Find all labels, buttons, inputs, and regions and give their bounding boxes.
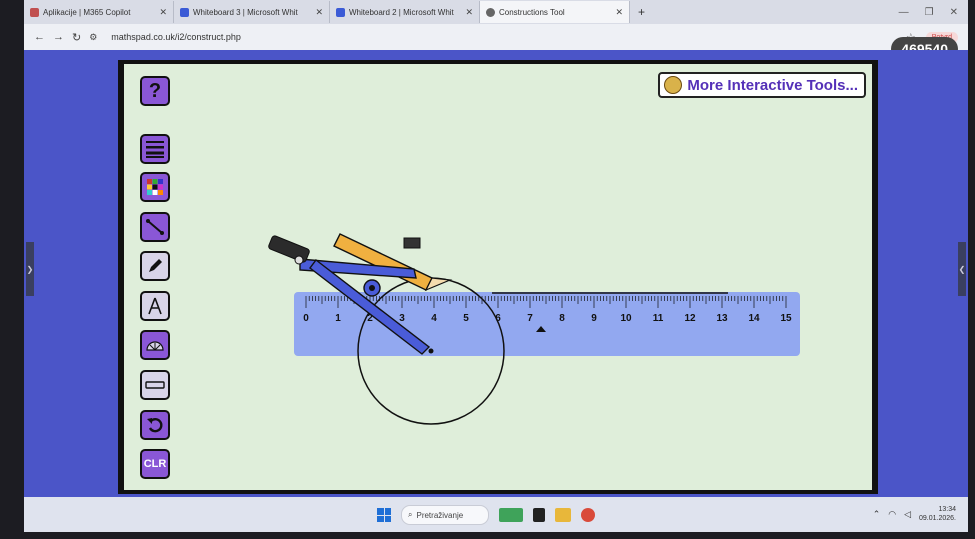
forward-icon[interactable]: → (53, 31, 64, 43)
whiteboard-favicon-icon (180, 7, 189, 17)
close-window-icon[interactable]: ✕ (950, 7, 958, 18)
search-icon: ⌕ (408, 510, 413, 519)
minimize-icon[interactable]: — (899, 7, 909, 18)
ruler-tick-label: 15 (780, 313, 792, 324)
tab-whiteboard-2[interactable]: Whiteboard 2 | Microsoft Whit ✕ (330, 1, 480, 23)
tab-title: Whiteboard 2 | Microsoft Whit (349, 7, 454, 17)
close-tab-icon[interactable]: ✕ (465, 7, 473, 18)
monitor-screen: Aplikacije | M365 Copilot ✕ Whiteboard 3… (24, 0, 968, 532)
window-controls: — ❐ ✕ (899, 7, 968, 18)
ruler-tick-label: 11 (653, 313, 664, 324)
tab-title: Constructions Tool (499, 7, 565, 17)
left-side-handle-icon[interactable]: ❯ (26, 242, 34, 296)
chrome-icon[interactable] (581, 508, 595, 522)
close-tab-icon[interactable]: ✕ (615, 7, 623, 18)
whiteboard-favicon-icon (336, 7, 345, 17)
tab-title: Aplikacije | M365 Copilot (43, 7, 131, 17)
clock[interactable]: 13:34 09.01.2026. (919, 505, 956, 523)
task-view-icon[interactable] (533, 508, 545, 522)
new-tab-button[interactable]: + (630, 5, 653, 19)
ruler-tick-label: 13 (716, 313, 728, 324)
restore-icon[interactable]: ❐ (925, 7, 934, 18)
mathspad-favicon-icon (486, 7, 495, 17)
tray-chevron-icon[interactable]: ⌃ (873, 509, 881, 520)
ruler-tick-label: 5 (463, 313, 469, 324)
page-area: ❯ ? CLR More Interactive Tools... 0 1 2 … (24, 50, 968, 497)
ruler-tick-label: 3 (399, 313, 405, 324)
volume-icon[interactable]: ◁ (904, 509, 911, 520)
compass-pencil[interactable] (333, 233, 453, 292)
widgets-app-icon[interactable] (499, 508, 523, 522)
reload-icon[interactable]: ↻ (72, 31, 81, 44)
ruler-tick-label: 12 (684, 313, 696, 324)
tab-whiteboard-3[interactable]: Whiteboard 3 | Microsoft Whit ✕ (174, 1, 330, 23)
close-tab-icon[interactable]: ✕ (159, 7, 167, 18)
system-tray: ⌃ ◠ ◁ 13:34 09.01.2026. (873, 505, 956, 523)
ruler-tick-label: 7 (527, 313, 533, 324)
back-icon[interactable]: ← (34, 31, 45, 43)
wifi-icon[interactable]: ◠ (888, 509, 896, 520)
search-placeholder: Pretraživanje (416, 510, 464, 520)
ruler-tick-label: 0 (303, 313, 309, 324)
tab-title: Whiteboard 3 | Microsoft Whit (193, 7, 298, 17)
close-tab-icon[interactable]: ✕ (315, 7, 323, 18)
ruler-tick-label: 9 (591, 313, 597, 324)
ruler-tick-label: 4 (431, 313, 437, 324)
ruler-tick-label: 14 (748, 313, 760, 324)
construction-board: ? CLR More Interactive Tools... 0 1 2 3 … (118, 60, 878, 494)
ruler-tick-label: 8 (559, 313, 565, 324)
file-explorer-icon[interactable] (555, 508, 571, 522)
tab-constructions-tool[interactable]: Constructions Tool ✕ (480, 1, 630, 23)
url-field[interactable]: mathspad.co.uk/i2/construct.php (111, 32, 241, 42)
tab-copilot[interactable]: Aplikacije | M365 Copilot ✕ (24, 1, 174, 23)
time: 13:34 (938, 506, 956, 513)
windows-start-icon[interactable] (377, 508, 391, 522)
taskbar: ⌕ Pretraživanje ⌃ ◠ ◁ 13:34 09.01.2026. (24, 497, 968, 532)
site-info-icon[interactable]: ⚙ (89, 32, 97, 43)
construction-drawing: 0 1 2 3 4 5 6 7 8 9 10 11 12 13 14 15 (268, 233, 800, 425)
copilot-favicon-icon (30, 7, 39, 17)
date: 09.01.2026. (919, 515, 956, 522)
right-side-handle-icon[interactable]: ❮ (958, 242, 966, 296)
drawing-canvas[interactable]: ? CLR More Interactive Tools... 0 1 2 3 … (124, 64, 872, 490)
ruler-tick-label: 1 (335, 313, 341, 324)
taskbar-search[interactable]: ⌕ Pretraživanje (401, 505, 489, 525)
tab-strip: Aplikacije | M365 Copilot ✕ Whiteboard 3… (24, 0, 968, 24)
ruler-tick-label: 10 (620, 313, 632, 324)
address-bar: ← → ↻ ⚙ mathspad.co.uk/i2/construct.php … (24, 24, 968, 50)
